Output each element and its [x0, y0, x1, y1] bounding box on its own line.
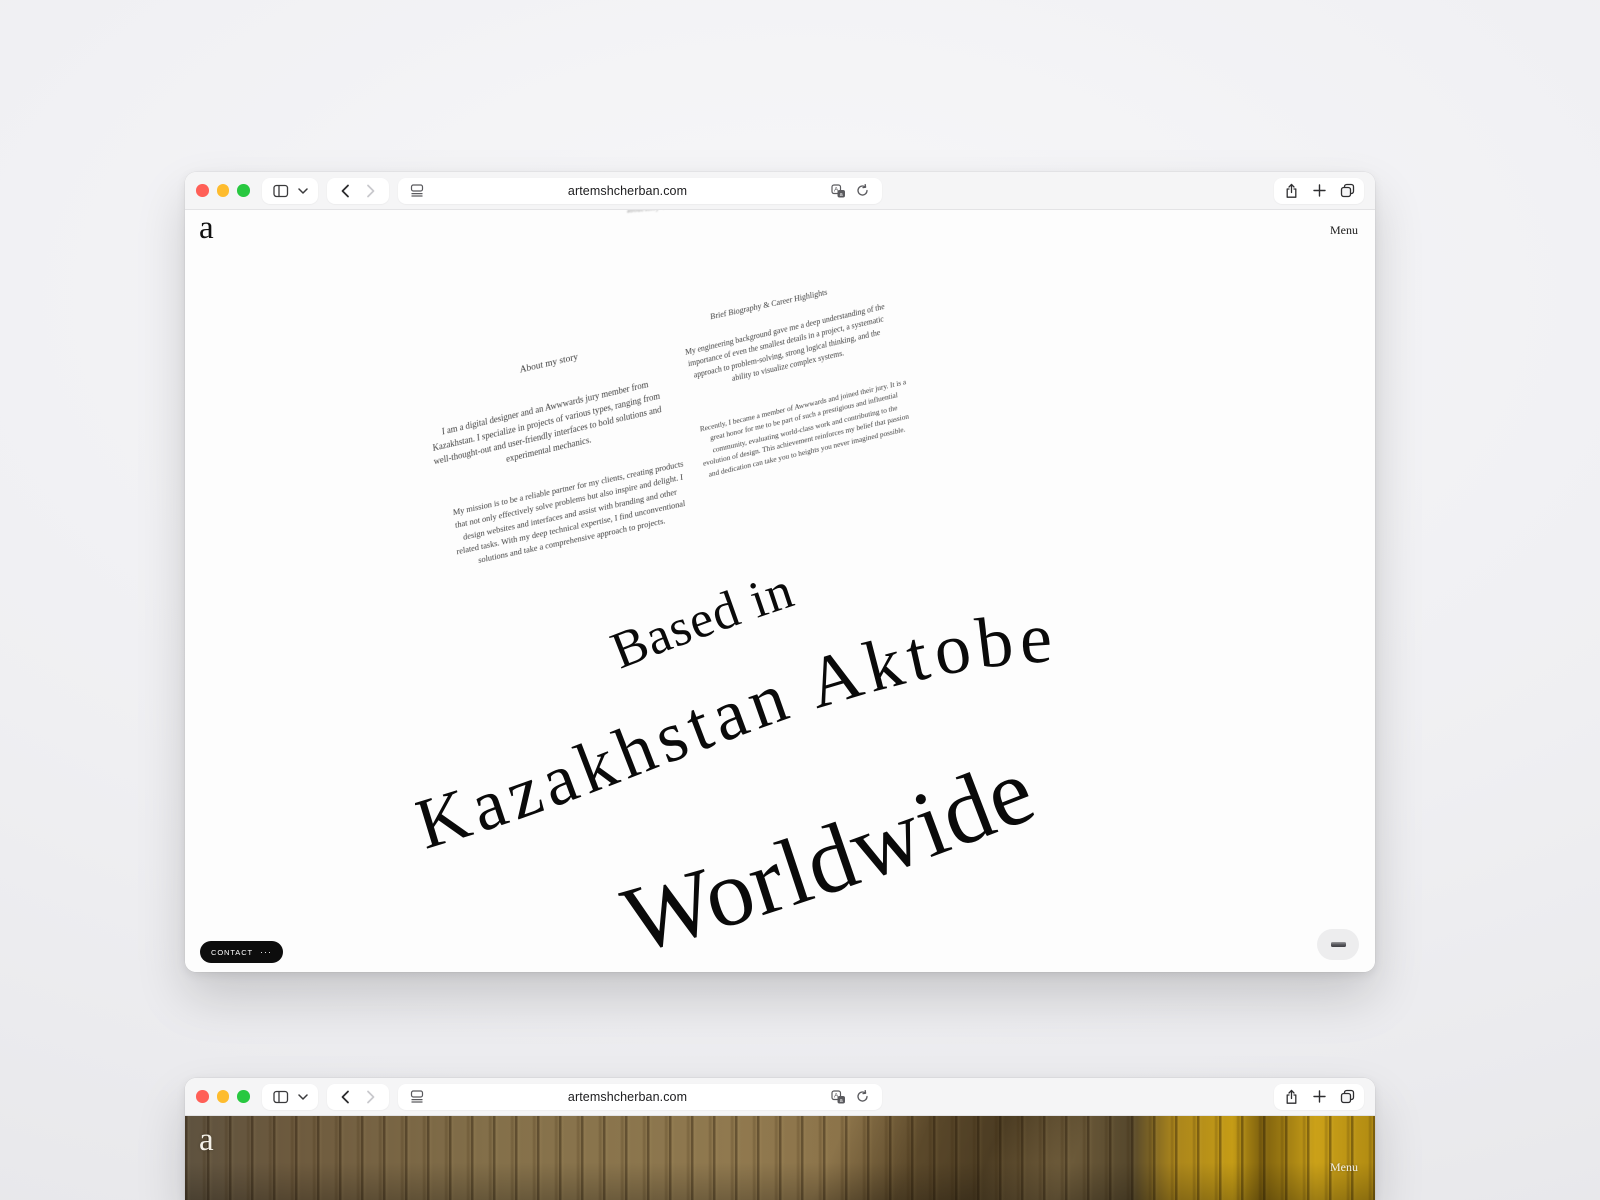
toolbar-actions	[1274, 178, 1364, 204]
back-icon[interactable]	[332, 178, 358, 204]
page-top-clipped-text: about/story 4	[627, 210, 665, 215]
traffic-lights	[196, 184, 250, 197]
translate-icon[interactable]: A a	[830, 178, 848, 204]
bio-paragraph-2: Recently, I became a member of Awwwards …	[699, 376, 911, 481]
webpage-viewport: a about/story 4 Menu About my story I am…	[185, 210, 1375, 972]
url-text[interactable]: artemshcherban.com	[432, 1090, 824, 1104]
contact-button[interactable]: CONTACT ···	[200, 941, 283, 963]
bio-heading: Brief Biography & Career Highlights	[710, 288, 828, 322]
zoom-window-button[interactable]	[237, 184, 250, 197]
contact-button-dots: ···	[260, 947, 272, 957]
chevron-down-icon[interactable]	[294, 178, 312, 204]
about-paragraph-2: My mission is to be a reliable partner f…	[451, 457, 688, 572]
reload-icon[interactable]	[854, 1084, 872, 1110]
zoom-window-button[interactable]	[237, 1090, 250, 1103]
site-logo[interactable]: a	[199, 212, 214, 245]
traffic-lights-2	[196, 1090, 250, 1103]
url-text[interactable]: artemshcherban.com	[432, 184, 824, 198]
browser-toolbar: artemshcherban.com A a	[185, 172, 1375, 210]
sidebar-control	[262, 178, 318, 204]
browser-window-bottom: artemshcherban.com A a	[185, 1078, 1375, 1200]
page-settings-icon[interactable]	[408, 1084, 426, 1110]
reload-icon[interactable]	[854, 178, 872, 204]
nav-buttons-2	[327, 1084, 389, 1110]
menu-link[interactable]: Menu	[1330, 223, 1358, 238]
minimize-window-button[interactable]	[217, 184, 230, 197]
browser-window-top: artemshcherban.com A a	[185, 172, 1375, 972]
about-heading: About my story	[471, 341, 628, 387]
forward-icon[interactable]	[358, 178, 384, 204]
site-logo[interactable]: a	[199, 1124, 214, 1157]
hero-warped-text: Based in Kazakhstan Aktobe Worldwide	[415, 565, 1205, 965]
nav-buttons	[327, 178, 389, 204]
share-icon[interactable]	[1278, 1084, 1304, 1110]
new-tab-icon[interactable]	[1306, 1084, 1332, 1110]
address-bar-2[interactable]: artemshcherban.com A a	[398, 1084, 882, 1110]
close-window-button[interactable]	[196, 184, 209, 197]
address-bar[interactable]: artemshcherban.com A a	[398, 178, 882, 204]
sidebar-toggle-icon[interactable]	[268, 178, 294, 204]
contact-button-label: CONTACT	[211, 948, 253, 957]
translate-icon[interactable]: A a	[830, 1084, 848, 1110]
tab-overview-icon[interactable]	[1334, 178, 1360, 204]
tab-overview-icon[interactable]	[1334, 1084, 1360, 1110]
forward-icon[interactable]	[358, 1084, 384, 1110]
menu-link[interactable]: Menu	[1330, 1160, 1358, 1175]
sidebar-control-2	[262, 1084, 318, 1110]
minimize-window-button[interactable]	[217, 1090, 230, 1103]
browser-toolbar-2: artemshcherban.com A a	[185, 1078, 1375, 1116]
share-icon[interactable]	[1278, 178, 1304, 204]
page-settings-icon[interactable]	[408, 178, 426, 204]
sound-toggle-button[interactable]	[1317, 929, 1359, 960]
close-window-button[interactable]	[196, 1090, 209, 1103]
sidebar-toggle-icon[interactable]	[268, 1084, 294, 1110]
chevron-down-icon[interactable]	[294, 1084, 312, 1110]
new-tab-icon[interactable]	[1306, 178, 1332, 204]
toolbar-actions-2	[1274, 1084, 1364, 1110]
hero-photo-wood-slats: a Menu	[185, 1116, 1375, 1200]
back-icon[interactable]	[332, 1084, 358, 1110]
minus-icon	[1331, 942, 1346, 947]
